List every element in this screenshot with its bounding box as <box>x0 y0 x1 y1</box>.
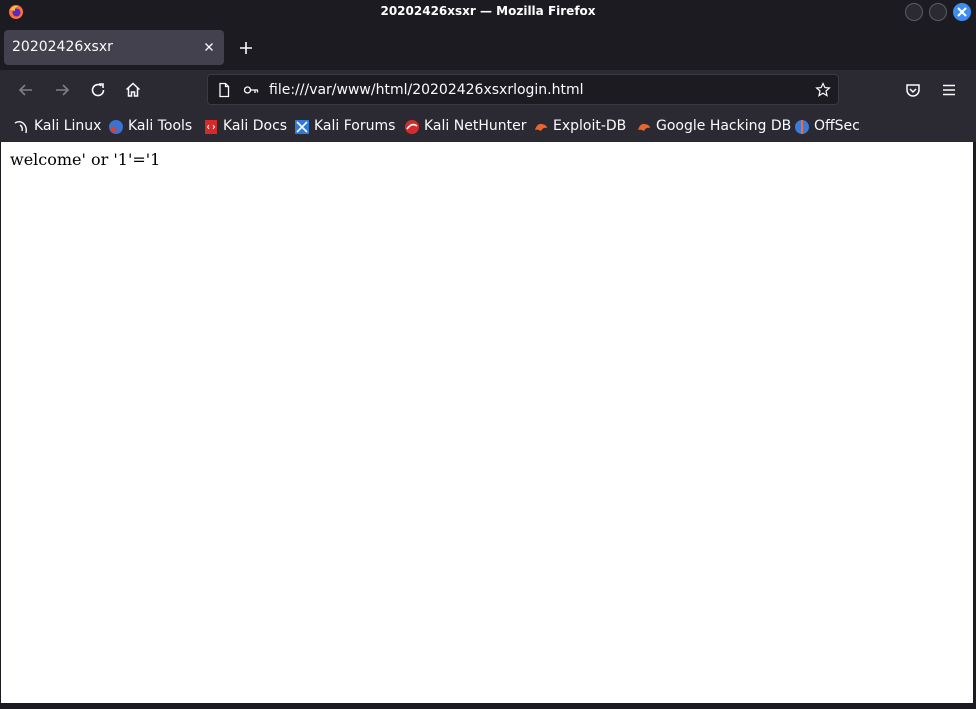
url-bar[interactable]: file:///var/www/html/20202426xsxrlogin.h… <box>207 74 839 105</box>
key-icon[interactable] <box>243 82 259 98</box>
kali-forums-icon <box>295 120 309 134</box>
tab-close-icon[interactable] <box>202 40 216 54</box>
forward-icon[interactable] <box>52 80 72 100</box>
home-icon[interactable] <box>123 80 143 100</box>
url-text[interactable]: file:///var/www/html/20202426xsxrlogin.h… <box>269 82 584 98</box>
back-icon[interactable] <box>16 80 36 100</box>
page-content: welcome' or '1'='1 <box>1 142 973 703</box>
window-bottom-border <box>0 703 976 709</box>
close-icon <box>957 7 967 17</box>
tab-strip: 20202426xsxr <box>0 24 976 70</box>
window-titlebar: 20202426xsxr — Mozilla Firefox <box>0 0 976 24</box>
ghdb-icon <box>638 123 650 131</box>
page-icon[interactable] <box>216 82 232 98</box>
close-window-button[interactable] <box>953 3 971 21</box>
maximize-button[interactable] <box>929 3 947 21</box>
kali-docs-icon <box>205 120 217 134</box>
page-body-text: welcome' or '1'='1 <box>10 150 161 169</box>
pocket-icon[interactable] <box>903 80 923 100</box>
reload-icon[interactable] <box>88 80 108 100</box>
menu-icon[interactable] <box>939 80 959 100</box>
exploit-db-icon <box>535 123 547 131</box>
bookmark-star-icon[interactable] <box>815 82 831 98</box>
navigation-toolbar: file:///var/www/html/20202426xsxrlogin.h… <box>0 70 976 110</box>
offsec-icon <box>795 120 809 134</box>
nethunter-icon <box>405 120 419 134</box>
minimize-button[interactable] <box>905 3 923 21</box>
tab-active[interactable]: 20202426xsxr <box>4 30 224 65</box>
tab-title: 20202426xsxr <box>12 39 113 55</box>
bookmarks-toolbar: Kali Linux Kali Tools Kali Docs Kali For… <box>0 110 976 142</box>
kali-dragon-icon <box>14 121 27 134</box>
kali-tools-icon <box>109 120 123 134</box>
window-title: 20202426xsxr — Mozilla Firefox <box>380 4 596 18</box>
new-tab-icon[interactable] <box>237 39 255 57</box>
